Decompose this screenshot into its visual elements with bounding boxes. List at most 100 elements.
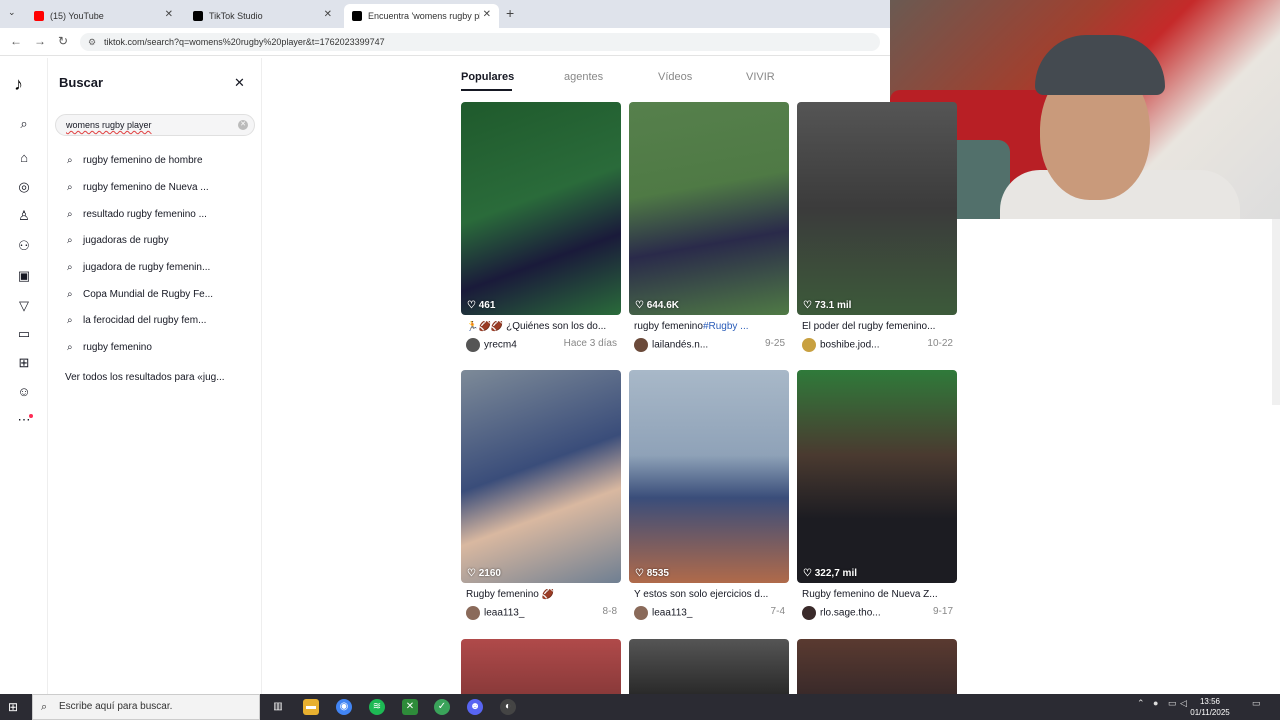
video-thumbnail[interactable] — [461, 639, 621, 694]
author-name[interactable]: lailandés.n... — [652, 340, 708, 351]
chrome-icon[interactable]: ◉ — [336, 699, 352, 715]
tab-tiktok-search[interactable]: Encuentra 'womens rugby playe ✕ — [344, 4, 499, 28]
author-name[interactable]: boshibe.jod... — [820, 340, 880, 351]
microphone-icon[interactable]: ● — [1153, 698, 1158, 708]
tray-chevron-up-icon[interactable]: ⌃ — [1137, 698, 1145, 709]
app-icon[interactable]: ✓ — [434, 699, 450, 715]
following-icon[interactable]: ♙ — [16, 208, 32, 224]
activity-icon[interactable]: ▭ — [16, 326, 32, 342]
friends-icon[interactable]: ⚇ — [16, 238, 32, 254]
file-explorer-icon[interactable]: ▬ — [303, 699, 319, 715]
address-bar-row: ← → ↻ ⚙ tiktok.com/search?q=womens%20rug… — [0, 28, 890, 56]
video-caption[interactable]: Rugby femenino 🏈 — [466, 589, 621, 600]
video-thumbnail[interactable] — [629, 639, 789, 694]
video-thumbnail[interactable] — [797, 639, 957, 694]
tab-videos[interactable]: Vídeos — [658, 71, 692, 83]
taskbar-search-placeholder: Escribe aquí para buscar. — [59, 701, 173, 712]
forward-arrow-icon[interactable]: → — [34, 34, 46, 48]
tab-populares[interactable]: Populares — [461, 71, 514, 83]
explore-icon[interactable]: ◎ — [16, 179, 32, 195]
search-icon[interactable]: ⌕ — [16, 116, 32, 132]
tiktok-nav-rail: ♪ ⌕ ⌂ ◎ ♙ ⚇ ▣ ▽ ▭ ⊞ ☺ ⋯ — [0, 58, 48, 694]
live-icon[interactable]: ▣ — [16, 268, 32, 284]
hashtag-link[interactable]: #Rugby ... — [703, 321, 749, 332]
like-count: ♡ 322,7 mil — [803, 568, 858, 579]
taskbar-clock[interactable]: 13:56 01/11/2025 — [1190, 696, 1230, 718]
avatar[interactable] — [634, 606, 648, 620]
xbox-icon[interactable]: ✕ — [402, 699, 418, 715]
search-suggestion[interactable]: ⌕ rugby femenino de Nueva ... — [67, 182, 209, 193]
taskbar-search-input[interactable]: ⌕ Escribe aquí para buscar. — [32, 694, 260, 720]
home-icon[interactable]: ⌂ — [16, 150, 32, 166]
avatar[interactable] — [802, 338, 816, 352]
search-icon: ⌕ — [67, 289, 73, 300]
see-all-results-link[interactable]: Ver todos los resultados para «jug... — [65, 372, 225, 383]
author-name[interactable]: yrecm4 — [484, 340, 517, 351]
avatar[interactable] — [802, 606, 816, 620]
task-view-icon[interactable]: ▥ — [270, 699, 286, 715]
close-tab-icon[interactable]: ✕ — [483, 9, 491, 20]
author-name[interactable]: rlo.sage.tho... — [820, 608, 881, 619]
search-icon: ⌕ — [67, 262, 73, 273]
notification-dot — [29, 414, 33, 418]
video-caption[interactable]: Rugby femenino de Nueva Z... — [802, 589, 957, 600]
search-input[interactable]: womens rugby player ✕ — [55, 114, 255, 136]
search-suggestion[interactable]: ⌕ rugby femenino de hombre — [67, 155, 203, 166]
search-icon: ⌕ — [67, 182, 73, 193]
profile-avatar-icon[interactable]: ☺ — [16, 384, 32, 400]
video-caption[interactable]: Y estos son solo ejercicios d... — [634, 589, 789, 600]
youtube-icon — [34, 11, 44, 21]
search-icon: ⌕ — [41, 701, 48, 713]
search-suggestion[interactable]: ⌕ rugby femenino — [67, 342, 152, 353]
avatar[interactable] — [634, 338, 648, 352]
search-icon: ⌕ — [67, 315, 73, 326]
clear-search-icon[interactable]: ✕ — [238, 120, 248, 130]
reload-icon[interactable]: ↻ — [58, 34, 68, 48]
video-thumbnail[interactable]: ♡ 644.6K — [629, 102, 789, 315]
video-caption[interactable]: rugby femenino#Rugby ... — [634, 321, 789, 332]
search-suggestion[interactable]: ⌕ Copa Mundial de Rugby Fe... — [67, 289, 213, 300]
tab-vivir[interactable]: VIVIR — [746, 71, 775, 83]
page-scrollbar[interactable] — [1272, 219, 1280, 405]
like-count: ♡ 8535 — [635, 568, 669, 579]
video-meta: boshibe.jod... 10-22 — [802, 338, 957, 352]
search-suggestion[interactable]: ⌕ jugadoras de rugby — [67, 235, 169, 246]
tab-tiktok-studio[interactable]: TikTok Studio ✕ — [185, 4, 340, 28]
search-suggestion[interactable]: ⌕ jugadora de rugby femenin... — [67, 262, 210, 273]
video-thumbnail[interactable]: ♡ 322,7 mil — [797, 370, 957, 583]
avatar[interactable] — [466, 606, 480, 620]
network-icon[interactable]: ▭ — [1168, 698, 1177, 709]
tiktok-logo-icon[interactable]: ♪ — [14, 74, 23, 95]
video-thumbnail[interactable]: ♡ 8535 — [629, 370, 789, 583]
app-icon[interactable]: ◐ — [500, 699, 516, 715]
close-tab-icon[interactable]: ✕ — [324, 9, 332, 20]
avatar[interactable] — [466, 338, 480, 352]
windows-start-icon[interactable]: ⊞ — [8, 700, 18, 714]
url-field[interactable]: ⚙ tiktok.com/search?q=womens%20rugby%20p… — [80, 33, 880, 51]
video-caption[interactable]: El poder del rugby femenino... — [802, 321, 957, 332]
tab-youtube[interactable]: (15) YouTube ✕ — [26, 4, 181, 28]
search-suggestion[interactable]: ⌕ la ferocidad del rugby fem... — [67, 315, 206, 326]
video-caption[interactable]: 🏃🏈🏈 ¿Quiénes son los do... — [466, 321, 621, 332]
search-icon: ⌕ — [67, 342, 73, 353]
spotify-icon[interactable]: ≋ — [369, 699, 385, 715]
volume-icon[interactable]: ◁ — [1180, 698, 1187, 709]
messages-icon[interactable]: ▽ — [16, 298, 32, 314]
close-tab-icon[interactable]: ✕ — [165, 9, 173, 20]
video-thumbnail[interactable]: ♡ 73.1 mil — [797, 102, 957, 315]
video-thumbnail[interactable]: ♡ 461 — [461, 102, 621, 315]
discord-icon[interactable]: ☻ — [467, 699, 483, 715]
upload-icon[interactable]: ⊞ — [16, 355, 32, 371]
notifications-icon[interactable]: ▭ — [1252, 698, 1261, 709]
tab-agentes[interactable]: agentes — [564, 71, 603, 83]
author-name[interactable]: leaa113_ — [652, 608, 692, 619]
back-arrow-icon[interactable]: ← — [10, 34, 22, 48]
site-info-icon[interactable]: ⚙ — [88, 33, 96, 51]
author-name[interactable]: leaa113_ — [484, 608, 524, 619]
video-thumbnail[interactable]: ♡ 2160 — [461, 370, 621, 583]
search-suggestion[interactable]: ⌕ resultado rugby femenino ... — [67, 209, 207, 220]
search-icon: ⌕ — [67, 235, 73, 246]
new-tab-plus-icon[interactable]: + — [506, 5, 514, 21]
close-icon[interactable]: ✕ — [234, 75, 245, 91]
tab-list-chevron-icon[interactable]: ⌄ — [8, 7, 16, 18]
